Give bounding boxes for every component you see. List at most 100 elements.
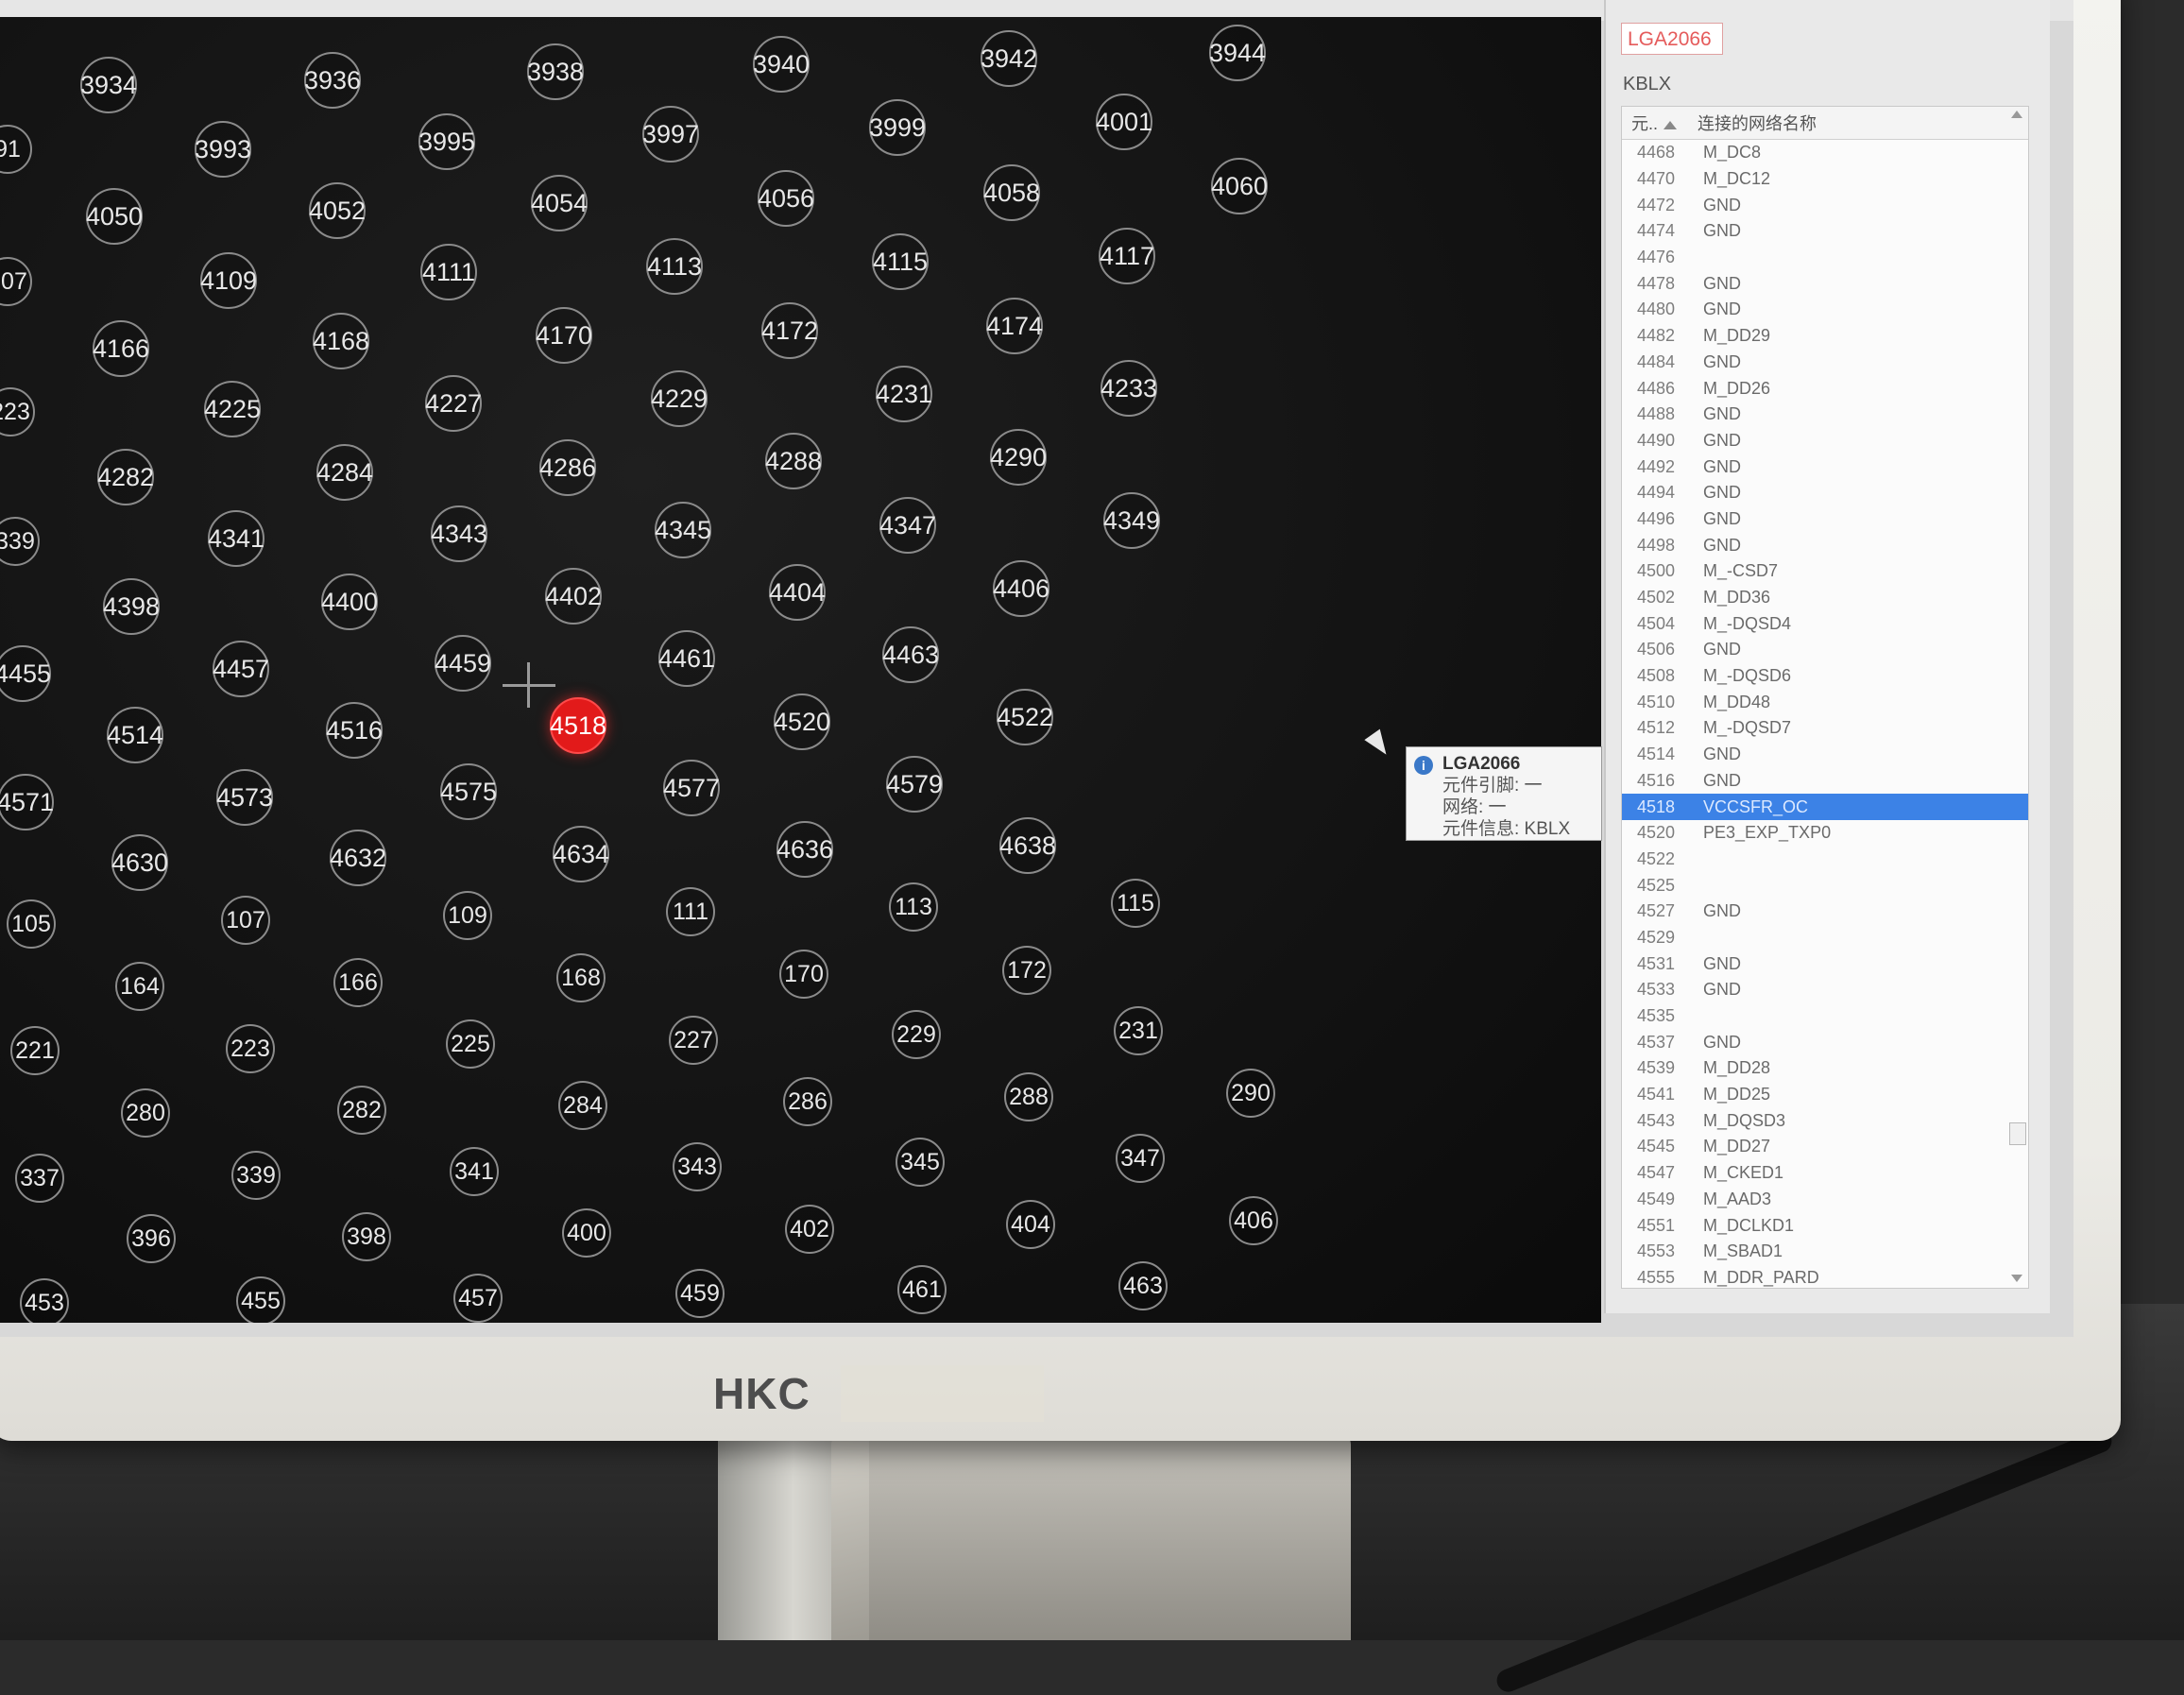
pin[interactable]: 459 [675, 1269, 725, 1318]
pin[interactable]: 4461 [658, 630, 715, 687]
pin[interactable]: 166 [333, 958, 383, 1007]
pin[interactable]: 347 [1116, 1134, 1165, 1183]
pin[interactable]: 172 [1002, 946, 1051, 995]
table-row[interactable]: 4545 M_DD27 [1622, 1134, 2028, 1160]
pin[interactable]: 227 [669, 1016, 718, 1065]
table-row[interactable]: 4539 M_DD28 [1622, 1055, 2028, 1082]
pin[interactable]: 107 [0, 257, 32, 306]
pin[interactable]: 4463 [882, 626, 939, 683]
pin[interactable]: 4117 [1099, 228, 1155, 284]
table-row[interactable]: 4533 GND [1622, 977, 2028, 1003]
pin[interactable]: 4347 [879, 497, 936, 554]
pin[interactable]: 337 [15, 1154, 64, 1203]
table-row[interactable]: 4555 M_DDR_PARD [1622, 1265, 2028, 1292]
pin[interactable]: 4054 [531, 175, 588, 231]
pin[interactable]: 3995 [418, 113, 475, 170]
pin[interactable]: 4404 [769, 564, 826, 621]
pin[interactable]: 4577 [663, 760, 720, 816]
pin[interactable]: 4457 [213, 641, 269, 697]
pin[interactable]: 4398 [103, 578, 160, 635]
pin[interactable]: 4630 [111, 834, 168, 891]
pin[interactable]: 231 [1114, 1006, 1163, 1055]
pin[interactable]: 4174 [986, 298, 1043, 354]
table-row[interactable]: 4496 GND [1622, 506, 2028, 533]
pin[interactable]: 290 [1226, 1069, 1275, 1118]
table-row[interactable]: 4516 GND [1622, 768, 2028, 795]
table-row[interactable]: 4512 M_-DQSD7 [1622, 715, 2028, 742]
pin[interactable]: 4522 [997, 689, 1053, 745]
table-row[interactable]: 4527 GND [1622, 899, 2028, 925]
pin[interactable]: 4052 [309, 182, 366, 239]
pin[interactable]: 4060 [1211, 158, 1268, 214]
table-row[interactable]: 4480 GND [1622, 297, 2028, 323]
pin[interactable]: 406 [1229, 1196, 1278, 1245]
table-row[interactable]: 4514 GND [1622, 742, 2028, 768]
pin[interactable]: 4573 [216, 769, 273, 826]
pin[interactable]: 4343 [431, 505, 487, 562]
table-row[interactable]: 4502 M_DD36 [1622, 585, 2028, 611]
table-row[interactable]: 4549 M_AAD3 [1622, 1187, 2028, 1213]
table-row[interactable]: 4551 M_DCLKD1 [1622, 1212, 2028, 1239]
pin[interactable]: 4516 [326, 702, 383, 759]
pin[interactable]: 4227 [425, 375, 482, 432]
pin[interactable]: 4172 [761, 302, 818, 359]
pin[interactable]: 339 [231, 1151, 281, 1200]
pin[interactable]: 4636 [776, 821, 833, 878]
pin[interactable]: 396 [127, 1214, 176, 1263]
table-row[interactable]: 4535 [1622, 1003, 2028, 1030]
table-row[interactable]: 4476 [1622, 245, 2028, 271]
pin-map-canvas[interactable]: 3934 3936 3938 3940 3942 3944 91 3993 3995 3997 39… [0, 17, 1601, 1323]
pin[interactable]: 107 [221, 896, 270, 945]
scroll-up-icon[interactable] [2011, 111, 2022, 118]
pin[interactable]: 109 [443, 891, 492, 940]
pin[interactable]: 4168 [313, 313, 369, 369]
table-row[interactable]: 4529 [1622, 925, 2028, 951]
table-row[interactable]: 4494 GND [1622, 480, 2028, 506]
pin[interactable]: 461 [897, 1265, 947, 1314]
pin[interactable]: 4579 [886, 756, 943, 813]
table-row[interactable]: 4531 GND [1622, 950, 2028, 977]
pin[interactable]: 4406 [993, 560, 1049, 617]
pin[interactable]: 4286 [539, 439, 596, 496]
pin[interactable]: 4058 [983, 164, 1040, 221]
pin[interactable]: 284 [558, 1081, 607, 1130]
pin-selected[interactable]: 4518 [550, 697, 606, 754]
pin[interactable]: 3944 [1209, 25, 1266, 81]
table-row[interactable]: 4537 GND [1622, 1029, 2028, 1055]
pin[interactable]: 282 [337, 1086, 386, 1135]
pin[interactable]: 4115 [872, 233, 929, 290]
pin[interactable]: 115 [1111, 879, 1160, 928]
pin[interactable]: 402 [785, 1205, 834, 1254]
pin[interactable]: 4111 [420, 244, 477, 300]
pin[interactable]: 453 [20, 1278, 69, 1323]
pin[interactable]: 170 [779, 950, 828, 999]
pin[interactable]: 223 [0, 387, 35, 437]
pin[interactable]: 223 [226, 1024, 275, 1073]
pin[interactable]: 4229 [651, 370, 708, 427]
pin[interactable]: 400 [562, 1208, 611, 1258]
pin[interactable]: 3999 [869, 99, 926, 156]
pin[interactable]: 4225 [204, 381, 261, 437]
scrollbar-thumb[interactable] [2009, 1122, 2026, 1145]
table-row[interactable]: 4500 M_-CSD7 [1622, 558, 2028, 585]
pin[interactable]: 3940 [753, 36, 810, 93]
pin[interactable]: 225 [446, 1019, 495, 1069]
table-row[interactable]: 4468 M_DC8 [1622, 140, 2028, 166]
table-row[interactable]: 4518 VCCSFR_OC [1622, 794, 2028, 820]
scroll-down-icon[interactable] [2011, 1275, 2022, 1282]
pin[interactable]: 343 [673, 1142, 722, 1191]
table-row[interactable]: 4508 M_-DQSD6 [1622, 663, 2028, 690]
pin[interactable]: 221 [10, 1026, 60, 1075]
pin[interactable]: 4520 [774, 693, 830, 750]
table-row[interactable]: 4472 GND [1622, 192, 2028, 218]
pin[interactable]: 280 [121, 1088, 170, 1138]
pin[interactable]: 4109 [200, 252, 257, 309]
pin[interactable]: 341 [450, 1147, 499, 1196]
pin[interactable]: 4459 [435, 635, 491, 692]
pin[interactable]: 4050 [86, 188, 143, 245]
pin[interactable]: 4056 [758, 170, 814, 227]
table-row[interactable]: 4504 M_-DQSD4 [1622, 610, 2028, 637]
table-row[interactable]: 4486 M_DD26 [1622, 375, 2028, 402]
pin[interactable]: 3938 [527, 43, 584, 100]
pin[interactable]: 4349 [1103, 492, 1160, 549]
